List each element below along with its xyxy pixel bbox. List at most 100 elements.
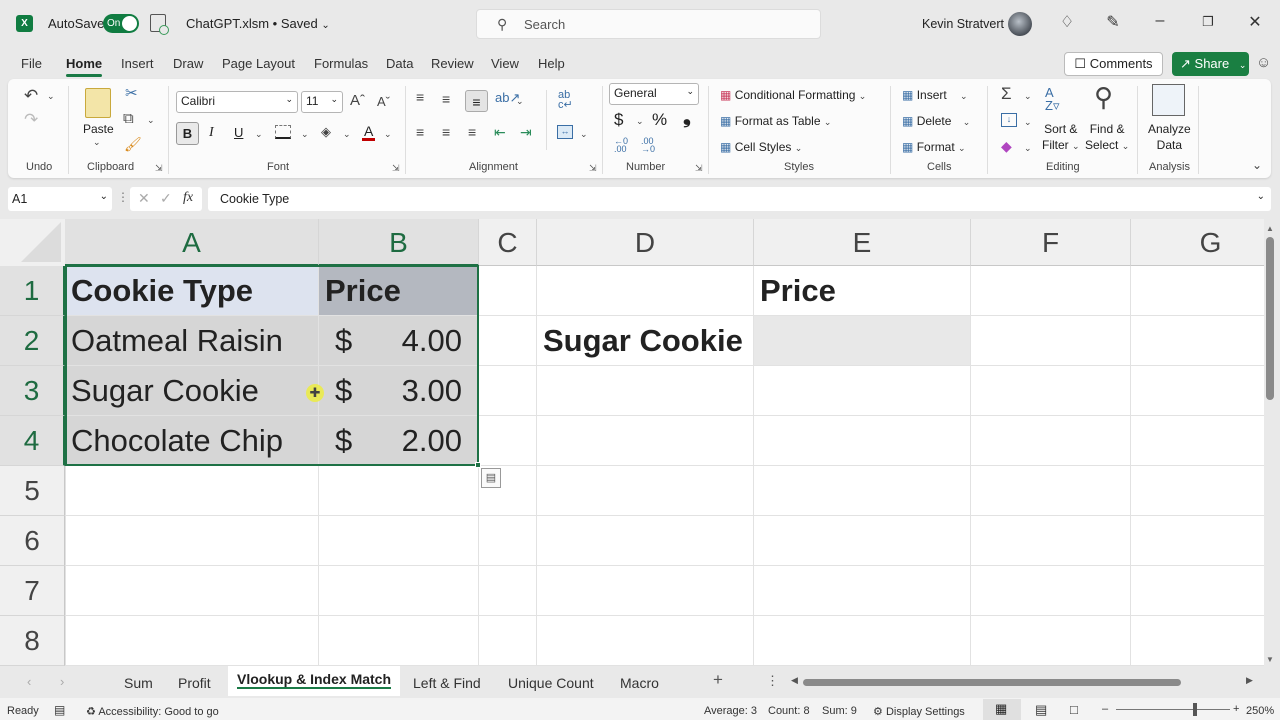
shrink-font-icon[interactable]: Aˇ [377, 94, 390, 109]
format-as-table-button[interactable]: ▦ Format as Table ⌄ [720, 114, 831, 128]
zoom-slider-thumb[interactable] [1193, 703, 1197, 716]
cell-e1[interactable]: Price [754, 266, 971, 316]
underline-dropdown[interactable]: ⌄ [255, 129, 263, 140]
zoom-in-button[interactable]: + [1233, 703, 1239, 715]
paste-icon[interactable] [85, 88, 111, 118]
cell-styles-button[interactable]: ▦ Cell Styles ⌄ [720, 140, 802, 154]
fill-color-dropdown[interactable]: ⌄ [343, 129, 351, 140]
menu-file[interactable]: File [21, 56, 42, 71]
find-select-icon[interactable]: ⚲ [1094, 82, 1113, 113]
font-color-icon[interactable]: A [362, 124, 376, 141]
borders-dropdown[interactable]: ⌄ [301, 129, 309, 140]
clipboard-launcher-icon[interactable]: ⇲ [155, 163, 163, 174]
font-name-select[interactable]: Calibri ⌄ [176, 91, 298, 113]
paste-dropdown[interactable]: ⌄ [93, 137, 101, 148]
share-button[interactable]: ↗ Share ⌄ [1172, 52, 1249, 76]
menu-home[interactable]: Home [66, 56, 103, 77]
increase-indent-icon[interactable]: ⇥ [520, 124, 532, 141]
align-right-icon[interactable]: ≡ [468, 124, 476, 140]
bold-button[interactable]: B [176, 122, 199, 145]
more-options-icon[interactable]: ⋮ [117, 190, 129, 204]
column-header-g[interactable]: G [1131, 219, 1264, 266]
accessibility-button[interactable]: ♻ Accessibility: Good to go [86, 705, 219, 718]
restore-icon[interactable]: ❐ [1198, 14, 1218, 30]
sheet-tab-sum[interactable]: Sum [124, 675, 153, 691]
minimize-icon[interactable]: – [1150, 12, 1170, 30]
enter-icon[interactable]: ✓ [160, 190, 172, 207]
percent-button[interactable]: % [652, 110, 667, 130]
row-header-7[interactable]: 7 [0, 566, 65, 616]
menu-formulas[interactable]: Formulas [314, 56, 368, 71]
menu-data[interactable]: Data [386, 56, 413, 71]
row-header-4[interactable]: 4 [0, 416, 65, 466]
save-icon[interactable] [150, 14, 169, 35]
sheet-tab-profit[interactable]: Profit [178, 675, 211, 691]
menu-review[interactable]: Review [431, 56, 474, 71]
fill-color-icon[interactable]: ◈ [321, 124, 331, 140]
row-header-1[interactable]: 1 [0, 266, 65, 316]
decrease-indent-icon[interactable]: ⇤ [494, 124, 506, 141]
menu-view[interactable]: View [491, 56, 519, 71]
menu-insert[interactable]: Insert [121, 56, 154, 71]
find-select-button[interactable]: Find & Select ⌄ [1085, 121, 1129, 154]
macro-recording-icon[interactable]: ▤ [54, 703, 65, 717]
column-header-c[interactable]: C [479, 219, 537, 266]
autosum-icon[interactable]: Σ [1001, 84, 1012, 104]
sheet-tab-left-find[interactable]: Left & Find [413, 675, 481, 691]
zoom-slider[interactable] [1116, 709, 1230, 710]
scroll-up-icon[interactable]: ▲ [1266, 224, 1274, 233]
currency-dropdown[interactable]: ⌄ [636, 116, 644, 127]
add-sheet-button[interactable]: + [713, 670, 723, 690]
analyze-data-button[interactable]: Analyze Data [1148, 121, 1191, 153]
conditional-formatting-button[interactable]: ▦ Conditional Formatting ⌄ [720, 88, 866, 102]
increase-decimal-icon[interactable]: ←0.00 [614, 137, 628, 154]
cell-b3[interactable]: $3.00 [319, 366, 479, 416]
italic-button[interactable]: I [209, 125, 214, 141]
horizontal-scroll-thumb[interactable] [803, 679, 1181, 686]
sort-filter-button[interactable]: Sort & Filter ⌄ [1042, 121, 1080, 154]
search-box[interactable]: ⚲ Search [476, 9, 821, 39]
column-header-f[interactable]: F [971, 219, 1131, 266]
prev-sheet-icon[interactable]: ‹ [27, 674, 31, 689]
scroll-right-icon[interactable]: ▶ [1246, 675, 1253, 686]
font-color-dropdown[interactable]: ⌄ [384, 129, 392, 140]
copy-icon[interactable]: ⧉ [123, 110, 134, 127]
quick-analysis-icon[interactable]: ▤ [481, 468, 501, 488]
name-box[interactable]: A1 ⌄ [8, 187, 112, 211]
paste-button[interactable]: Paste [83, 122, 114, 136]
align-top-icon[interactable]: ≡ [416, 89, 424, 105]
column-header-d[interactable]: D [537, 219, 754, 266]
underline-button[interactable]: U [234, 125, 243, 140]
align-bottom-button[interactable]: ≡ [465, 90, 488, 112]
align-middle-icon[interactable]: ≡ [442, 91, 450, 107]
cell-b4[interactable]: $2.00 [319, 416, 479, 466]
worksheet-grid[interactable]: A B C D E F G 1 2 3 4 5 6 7 8 Cookie Typ… [0, 219, 1264, 666]
scroll-down-icon[interactable]: ▼ [1266, 655, 1274, 664]
merge-dropdown[interactable]: ⌄ [580, 129, 588, 140]
undo-icon[interactable]: ↶ [24, 86, 38, 106]
row-header-6[interactable]: 6 [0, 516, 65, 566]
cell-a3[interactable]: Sugar Cookie [65, 366, 319, 416]
fill-icon[interactable]: ↓ [1001, 113, 1017, 127]
column-header-e[interactable]: E [754, 219, 971, 266]
scroll-left-icon[interactable]: ◀ [791, 675, 798, 686]
display-settings-button[interactable]: ⚙ Display Settings [873, 705, 965, 718]
coauthor-icon[interactable]: ☺ [1256, 54, 1271, 71]
autosum-dropdown[interactable]: ⌄ [1024, 91, 1032, 102]
cell-b1[interactable]: Price [319, 266, 479, 316]
normal-view-button[interactable]: ▦ [983, 699, 1021, 720]
fill-dropdown[interactable]: ⌄ [1024, 117, 1032, 128]
insert-cells-button[interactable]: ▦ Insert ⌄ [902, 88, 968, 102]
orientation-dropdown[interactable]: ⌄ [516, 96, 524, 107]
grow-font-icon[interactable]: Aˆ [350, 92, 365, 109]
analyze-data-icon[interactable] [1152, 84, 1185, 116]
comments-button[interactable]: ☐ Comments [1064, 52, 1163, 76]
page-layout-view-icon[interactable]: ▤ [1035, 702, 1047, 718]
copy-dropdown[interactable]: ⌄ [147, 115, 155, 126]
sheet-tab-vlookup-index-match[interactable]: Vlookup & Index Match [228, 666, 401, 696]
zoom-level[interactable]: 250% [1246, 705, 1274, 717]
row-header-2[interactable]: 2 [0, 316, 65, 366]
vertical-scroll-thumb[interactable] [1266, 237, 1274, 400]
autosave-toggle[interactable]: On [103, 14, 139, 33]
wrap-text-icon[interactable]: ab c↵ [558, 90, 573, 111]
